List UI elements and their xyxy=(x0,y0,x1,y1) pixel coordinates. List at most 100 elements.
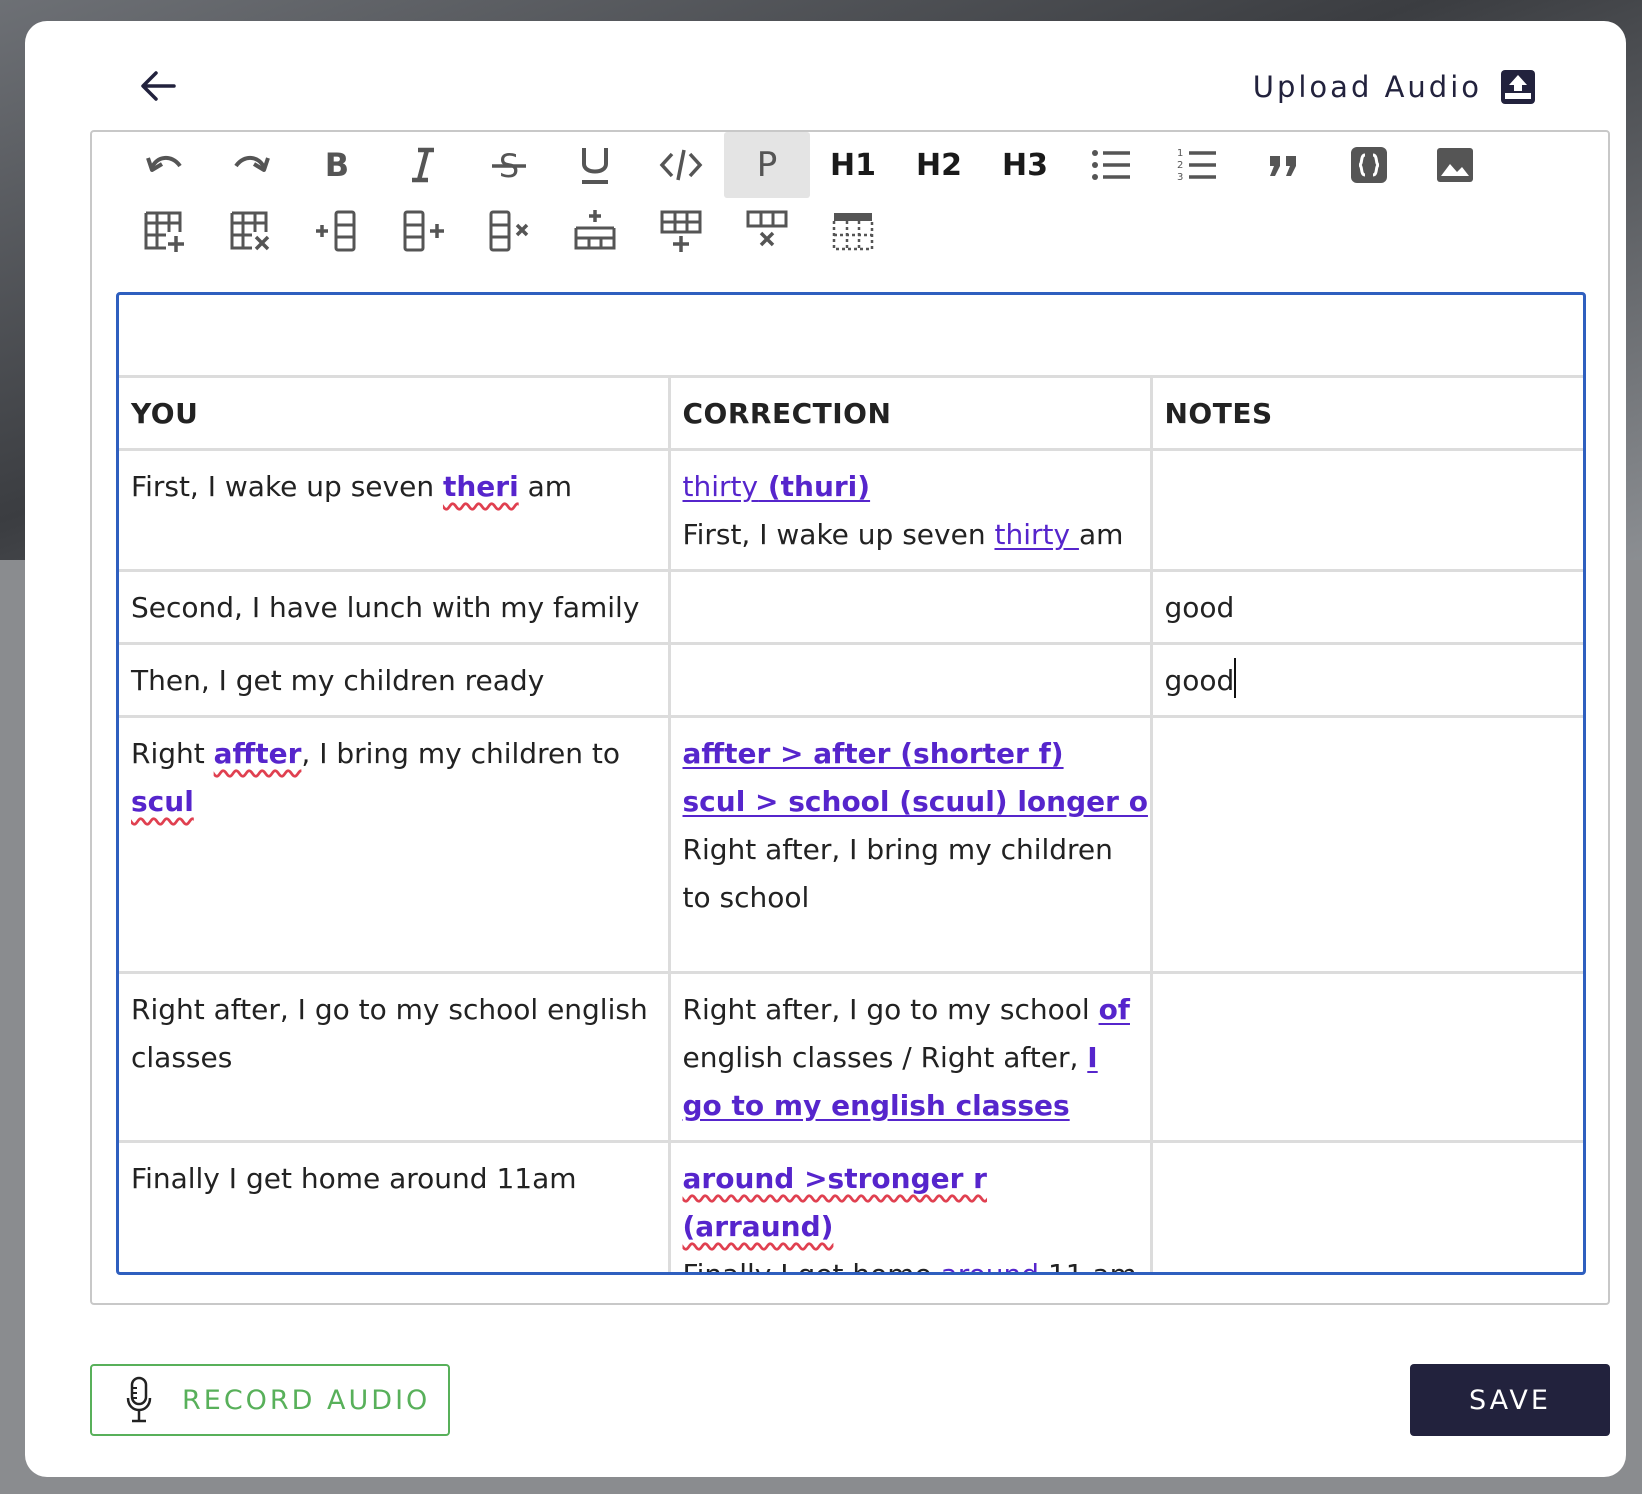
column-add-before-icon xyxy=(316,210,356,252)
delete-table-button[interactable] xyxy=(208,198,294,264)
table-row: Right after, I go to my school english c… xyxy=(119,971,1583,1143)
heading1-label: H1 xyxy=(830,147,876,183)
add-column-after-button[interactable] xyxy=(380,198,466,264)
editor-content[interactable]: YOU CORRECTION NOTES First, I wake up se… xyxy=(116,292,1586,1275)
paragraph-button[interactable]: P xyxy=(724,132,810,198)
column-delete-icon xyxy=(489,210,529,252)
cell-text: am xyxy=(1078,518,1124,551)
delete-row-button[interactable] xyxy=(724,198,810,264)
cell-you[interactable]: First, I wake up seven theri am xyxy=(119,448,671,572)
underline-button[interactable] xyxy=(552,132,638,198)
redo-button[interactable] xyxy=(208,132,294,198)
cell-notes[interactable]: good xyxy=(1149,642,1583,718)
cell-link[interactable]: scul xyxy=(131,785,194,818)
table-header-icon xyxy=(832,213,874,251)
svg-text:B: B xyxy=(325,146,349,184)
upload-icon xyxy=(1501,70,1535,104)
redo-icon xyxy=(234,156,270,172)
cell-text: Right after, I go to my school xyxy=(682,993,1099,1026)
text-cursor xyxy=(1234,658,1237,698)
heading1-button[interactable]: H1 xyxy=(810,132,896,198)
header-correction[interactable]: CORRECTION xyxy=(667,375,1153,451)
image-button[interactable] xyxy=(1412,132,1498,198)
save-button[interactable]: SAVE xyxy=(1410,1364,1610,1436)
cell-link[interactable]: affter xyxy=(214,737,302,770)
code-block-button[interactable] xyxy=(1326,132,1412,198)
cell-link[interactable]: thirty xyxy=(683,470,759,503)
cell-link[interactable]: affter > after (shorter f) xyxy=(683,737,1064,770)
ordered-list-icon: 123 xyxy=(1177,148,1216,183)
heading2-button[interactable]: H2 xyxy=(896,132,982,198)
bullet-list-button[interactable] xyxy=(1068,132,1154,198)
editor-modal: Upload Audio B S P H1 H2 H3 1 2 3 YOU CO… xyxy=(25,21,1626,1477)
table-delete-icon xyxy=(230,211,270,251)
header-you[interactable]: YOU xyxy=(119,375,671,451)
cell-link[interactable]: around >stronger r (arraund) xyxy=(683,1162,988,1243)
cell-text: Right after, I bring my children to scho… xyxy=(682,833,1113,914)
cell-link[interactable]: (thuri) xyxy=(758,470,870,503)
cell-notes[interactable] xyxy=(1149,715,1583,974)
add-column-before-button[interactable] xyxy=(294,198,380,264)
table-row: First, I wake up seven theri am thirty (… xyxy=(119,448,1583,572)
cell-link[interactable]: theri xyxy=(443,470,519,503)
image-icon xyxy=(1437,148,1473,182)
row-add-after-icon xyxy=(660,210,702,252)
cell-text: First, I wake up seven xyxy=(682,518,995,551)
table-row: Right affter, I bring my children to scu… xyxy=(119,715,1583,974)
undo-icon xyxy=(146,156,182,172)
cell-correction[interactable] xyxy=(667,642,1153,718)
cell-correction[interactable] xyxy=(667,569,1153,645)
cell-correction[interactable]: affter > after (shorter f) scul > school … xyxy=(667,715,1153,974)
cell-you[interactable]: Right after, I go to my school english c… xyxy=(119,971,671,1143)
cell-link[interactable]: scul > school (scuul) longer o xyxy=(683,785,1148,818)
svg-text:1: 1 xyxy=(1177,148,1183,159)
cell-you[interactable]: Finally I get home around 11am xyxy=(119,1140,671,1272)
record-audio-button[interactable]: RECORD AUDIO xyxy=(90,1364,450,1436)
cell-you[interactable]: Right affter, I bring my children to scu… xyxy=(119,715,671,974)
microphone-icon xyxy=(126,1376,152,1423)
cell-notes[interactable] xyxy=(1149,448,1583,572)
cell-you[interactable]: Then, I get my children ready xyxy=(119,642,671,718)
cell-text: Finally I get home xyxy=(682,1258,941,1275)
header-notes[interactable]: NOTES xyxy=(1149,375,1583,451)
ordered-list-button[interactable]: 123 xyxy=(1154,132,1240,198)
svg-text:3: 3 xyxy=(1177,172,1183,183)
upload-audio-label: Upload Audio xyxy=(1252,70,1482,104)
cell-correction[interactable]: thirty (thuri) First, I wake up seven thi… xyxy=(667,448,1153,572)
arrow-left-icon xyxy=(141,71,176,101)
cell-link[interactable]: of xyxy=(1099,993,1130,1026)
italic-button[interactable] xyxy=(380,132,466,198)
cell-notes[interactable] xyxy=(1149,1140,1583,1272)
code-button[interactable] xyxy=(638,132,724,198)
cell-link[interactable]: thirty xyxy=(994,518,1078,551)
table-add-icon xyxy=(144,211,184,252)
upload-audio-button[interactable]: Upload Audio xyxy=(1253,63,1536,111)
table-row: Second, I have lunch with my family good xyxy=(119,569,1583,645)
cell-notes[interactable]: good xyxy=(1149,569,1583,645)
strikethrough-button[interactable]: S xyxy=(466,132,552,198)
blockquote-button[interactable] xyxy=(1240,132,1326,198)
back-button[interactable] xyxy=(133,61,183,111)
toggle-header-button[interactable] xyxy=(810,198,896,264)
cell-notes[interactable] xyxy=(1149,971,1583,1143)
empty-paragraph[interactable] xyxy=(119,295,1583,375)
code-icon xyxy=(659,149,703,181)
row-delete-icon xyxy=(746,210,788,247)
heading3-button[interactable]: H3 xyxy=(982,132,1068,198)
insert-table-button[interactable] xyxy=(122,198,208,264)
add-row-after-button[interactable] xyxy=(638,198,724,264)
cell-correction[interactable]: around >stronger r (arraund) Finally I ge… xyxy=(667,1140,1153,1275)
delete-column-button[interactable] xyxy=(466,198,552,264)
cell-text: good xyxy=(1164,664,1235,697)
bold-button[interactable]: B xyxy=(294,132,380,198)
cell-link[interactable]: around xyxy=(941,1258,1039,1272)
add-row-before-button[interactable] xyxy=(552,198,638,264)
correction-table: YOU CORRECTION NOTES First, I wake up se… xyxy=(119,375,1583,1275)
cell-you[interactable]: Second, I have lunch with my family xyxy=(119,569,671,645)
column-add-after-icon xyxy=(403,210,444,252)
undo-button[interactable] xyxy=(122,132,208,198)
heading3-label: H3 xyxy=(1002,147,1048,183)
cell-correction[interactable]: Right after, I go to my school of englis… xyxy=(667,971,1153,1143)
table-row: Then, I get my children ready good xyxy=(119,642,1583,718)
bold-icon: B xyxy=(325,146,349,184)
